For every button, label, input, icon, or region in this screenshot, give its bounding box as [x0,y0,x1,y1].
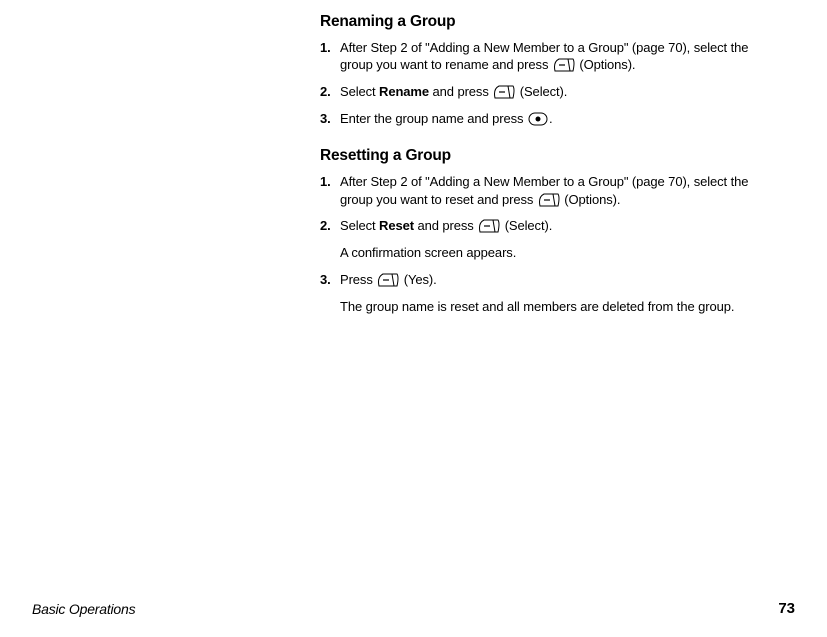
step-text: Select [340,218,379,233]
softkey-icon [377,273,399,292]
step-number: 1. [320,173,340,211]
heading-renaming: Renaming a Group [320,12,780,33]
step-number: 3. [320,110,340,131]
step-text: (Options). [561,192,621,207]
section1-step2: 2. Select Rename and press (Select). [320,83,780,104]
softkey-icon [538,193,560,212]
page-footer: Basic Operations 73 [32,600,795,617]
step-body: Press (Yes). [340,271,780,292]
step-text: Press [340,272,376,287]
footer-page-number: 73 [778,600,795,617]
section2-step2: 2. Select Reset and press (Select). [320,217,780,238]
step-body: Enter the group name and press . [340,110,780,131]
step-number: 2. [320,83,340,104]
softkey-icon [493,85,515,104]
step-text: Enter the group name and press [340,111,527,126]
step-text: . [549,111,553,126]
step-body: Select Reset and press (Select). [340,217,780,238]
page-content: Renaming a Group 1. After Step 2 of "Add… [320,12,780,325]
section2-step2-note: A confirmation screen appears. [340,244,780,262]
section2-step1: 1. After Step 2 of "Adding a New Member … [320,173,780,211]
step-number: 1. [320,39,340,77]
section1-step1: 1. After Step 2 of "Adding a New Member … [320,39,780,77]
step-text: and press [429,84,492,99]
step-number: 2. [320,217,340,238]
step-text: (Select). [516,84,567,99]
step-bold: Reset [379,218,414,233]
step-bold: Rename [379,84,429,99]
softkey-icon [553,58,575,77]
step-body: After Step 2 of "Adding a New Member to … [340,39,780,77]
section2-step3-note: The group name is reset and all members … [340,298,780,316]
step-body: After Step 2 of "Adding a New Member to … [340,173,780,211]
step-text: After Step 2 of "Adding a New Member to … [340,40,748,73]
step-text: Select [340,84,379,99]
step-body: Select Rename and press (Select). [340,83,780,104]
section1-step3: 3. Enter the group name and press . [320,110,780,131]
step-number: 3. [320,271,340,292]
step-text: and press [414,218,477,233]
step-text: (Yes). [400,272,436,287]
footer-chapter: Basic Operations [32,601,135,617]
step-text: (Options). [576,57,636,72]
step-text: (Select). [501,218,552,233]
heading-resetting: Resetting a Group [320,146,780,167]
section2-step3: 3. Press (Yes). [320,271,780,292]
softkey-icon [478,219,500,238]
center-key-icon [528,112,548,131]
